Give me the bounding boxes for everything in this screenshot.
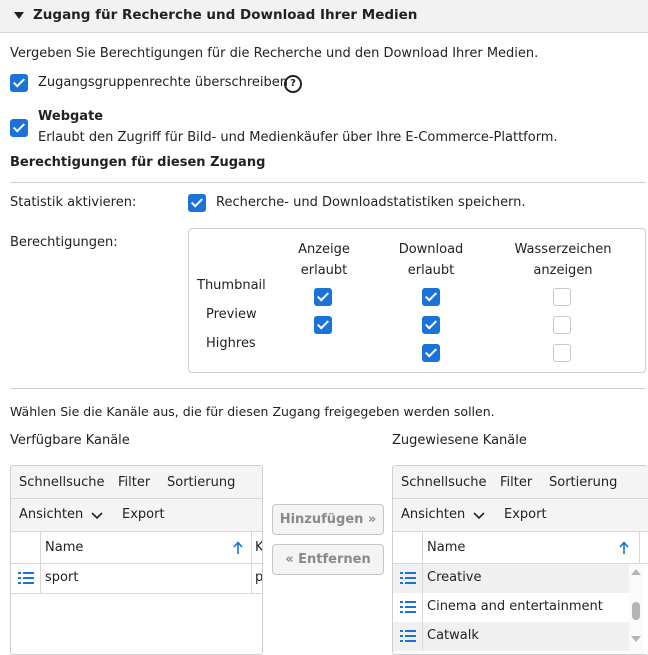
available-header-row: Name K: [11, 532, 262, 564]
statistics-checkbox[interactable]: [188, 194, 206, 212]
scrollbar-thumb[interactable]: [632, 602, 640, 620]
scroll-up-arrow-icon[interactable]: [631, 568, 641, 575]
sort-up-arrow-icon[interactable]: [619, 541, 629, 555]
row-label-highres: Highres: [206, 336, 256, 351]
sort-up-arrow-icon[interactable]: [233, 541, 243, 555]
divider: [10, 388, 646, 389]
chevron-down-icon[interactable]: [91, 512, 103, 520]
assigned-channels-panel: Schnellsuche Filter Sortierung Ansichten…: [392, 465, 648, 655]
thumbnail-display-checkbox[interactable]: [314, 288, 332, 306]
column-name-header[interactable]: Name: [45, 540, 83, 555]
scrollbar[interactable]: [629, 564, 643, 654]
col-header-watermark: Wasserzeichen anzeigen: [514, 242, 612, 278]
collapse-triangle-icon[interactable]: [14, 12, 24, 19]
row-name: sport: [45, 570, 79, 585]
list-icon: [18, 572, 34, 584]
filter-button[interactable]: Filter: [500, 475, 532, 490]
row-label-preview: Preview: [206, 307, 257, 322]
assigned-channels-title: Zugewiesene Kanäle: [392, 433, 527, 448]
permissions-matrix: Anzeige erlaubt Download erlaubt Wasserz…: [188, 228, 646, 373]
preview-download-checkbox[interactable]: [422, 316, 440, 334]
assigned-toolbar-2: Ansichten Export: [393, 499, 648, 532]
webgate-title: Webgate: [38, 109, 104, 124]
preview-watermark-checkbox[interactable]: [553, 316, 571, 334]
permissions-label: Berechtigungen:: [10, 235, 118, 250]
available-channels-title: Verfügbare Kanäle: [10, 433, 130, 448]
preview-display-checkbox[interactable]: [314, 316, 332, 334]
section-header[interactable]: Zugang für Recherche und Download Ihrer …: [0, 0, 648, 33]
divider: [10, 182, 646, 183]
column-second-header[interactable]: K: [255, 540, 262, 555]
thumbnail-download-checkbox[interactable]: [422, 288, 440, 306]
statistics-checkbox-label: Recherche- und Downloadstatistiken speic…: [216, 195, 526, 210]
sort-button[interactable]: Sortierung: [549, 475, 617, 490]
available-toolbar-1: Schnellsuche Filter Sortierung: [11, 466, 262, 499]
section-title: Zugang für Recherche und Download Ihrer …: [33, 7, 418, 23]
assigned-toolbar-1: Schnellsuche Filter Sortierung: [393, 466, 648, 499]
available-channels-panel: Schnellsuche Filter Sortierung Ansichten…: [10, 465, 263, 655]
list-item[interactable]: Creative: [393, 564, 629, 593]
list-icon: [400, 572, 416, 584]
highres-watermark-checkbox[interactable]: [553, 344, 571, 362]
sort-button[interactable]: Sortierung: [167, 475, 235, 490]
add-button[interactable]: Hinzufügen »: [272, 504, 384, 535]
channels-instruction: Wählen Sie die Kanäle aus, die für diese…: [10, 404, 495, 419]
thumbnail-watermark-checkbox[interactable]: [553, 288, 571, 306]
intro-text: Vergeben Sie Berechtigungen für die Rech…: [10, 46, 539, 61]
list-item[interactable]: Cinema and entertainment: [393, 593, 629, 622]
help-icon[interactable]: ?: [284, 75, 302, 93]
row-name: Catwalk: [427, 628, 479, 643]
quicksearch-button[interactable]: Schnellsuche: [401, 475, 487, 490]
quicksearch-button[interactable]: Schnellsuche: [19, 475, 105, 490]
views-button[interactable]: Ansichten: [19, 507, 83, 522]
column-name-header[interactable]: Name: [427, 540, 465, 555]
list-icon: [400, 601, 416, 613]
scroll-down-arrow-icon[interactable]: [631, 636, 641, 643]
row-label-thumbnail: Thumbnail: [197, 278, 266, 293]
statistics-label: Statistik aktivieren:: [10, 195, 137, 210]
views-button[interactable]: Ansichten: [401, 507, 465, 522]
row-name: Creative: [427, 570, 482, 585]
webgate-checkbox[interactable]: [10, 119, 28, 137]
permissions-heading: Berechtigungen für diesen Zugang: [10, 155, 266, 170]
table-row[interactable]: sport p: [11, 564, 262, 594]
chevron-down-icon[interactable]: [473, 512, 485, 520]
override-checkbox[interactable]: [10, 74, 28, 92]
highres-download-checkbox[interactable]: [422, 344, 440, 362]
export-button[interactable]: Export: [504, 507, 547, 522]
override-label: Zugangsgruppenrechte überschreiben: [38, 75, 289, 90]
row-second: p: [255, 570, 263, 585]
filter-button[interactable]: Filter: [118, 475, 150, 490]
list-icon: [400, 630, 416, 642]
row-name: Cinema and entertainment: [427, 599, 603, 614]
remove-button[interactable]: « Entfernen: [272, 544, 384, 575]
assigned-header-row: Name: [393, 532, 648, 564]
col-header-download: Download erlaubt: [398, 242, 464, 278]
export-button[interactable]: Export: [122, 507, 165, 522]
col-header-display: Anzeige erlaubt: [298, 242, 350, 278]
webgate-description: Erlaubt den Zugriff für Bild- und Medien…: [38, 130, 558, 145]
list-item[interactable]: Catwalk: [393, 622, 629, 651]
available-toolbar-2: Ansichten Export: [11, 499, 262, 532]
